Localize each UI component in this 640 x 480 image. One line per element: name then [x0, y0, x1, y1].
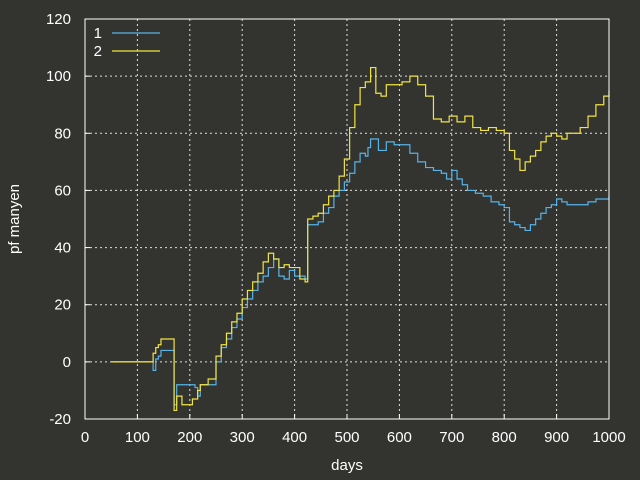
series-layer [111, 66, 610, 412]
x-tick-label: 1000 [592, 429, 625, 446]
series-line-1 [111, 138, 610, 406]
y-axis-label: pf manyen [6, 184, 23, 254]
x-tick-label: 700 [439, 429, 464, 446]
legend-label-2: 2 [94, 43, 102, 60]
x-tick-label: 400 [282, 429, 307, 446]
y-tick-label: 80 [54, 125, 71, 142]
x-tick-label: 900 [544, 429, 569, 446]
legend: 12 [94, 25, 160, 60]
y-tick-label: 40 [54, 240, 71, 257]
grid-layer [84, 18, 610, 420]
y-tick-label: 0 [63, 354, 71, 371]
line-chart-svg: 0 100 200 300 400 500 600 700 800 900 1000 -20 0 20 40… [6, 11, 626, 474]
x-tick-label: 200 [177, 429, 202, 446]
y-tick-label: 20 [54, 297, 71, 314]
chart: 0 100 200 300 400 500 600 700 800 900 1000 -20 0 20 40… [0, 0, 640, 480]
x-tick-label: 600 [387, 429, 412, 446]
x-axis-label: days [331, 457, 363, 474]
y-tick-label: 60 [54, 182, 71, 199]
x-tick-label: 800 [492, 429, 517, 446]
legend-label-1: 1 [94, 25, 102, 42]
x-tick-label: 100 [125, 429, 150, 446]
x-tick-label: 300 [230, 429, 255, 446]
x-tick-label: 500 [334, 429, 359, 446]
series-line-2 [111, 66, 610, 412]
x-tick-label: 0 [81, 429, 89, 446]
y-tick-label: 100 [46, 68, 71, 85]
y-tick-label: 120 [46, 11, 71, 28]
y-tick-label: -20 [49, 411, 71, 428]
